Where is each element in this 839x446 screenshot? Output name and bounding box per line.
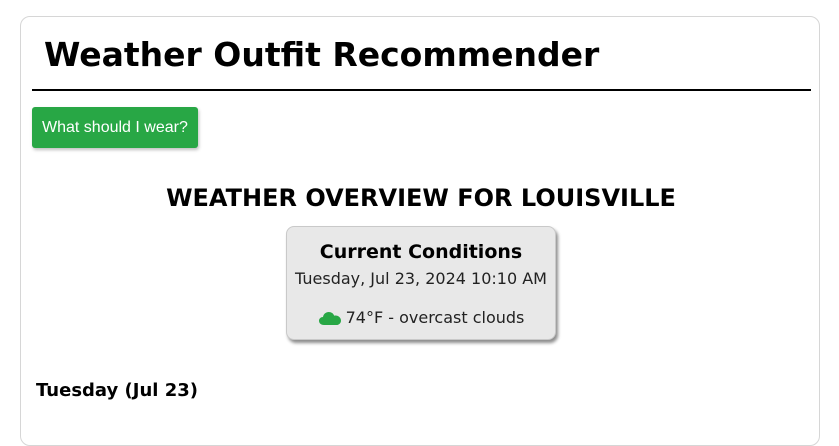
current-conditions-datetime: Tuesday, Jul 23, 2024 10:10 AM (295, 269, 547, 288)
app-card: Weather Outfit Recommender What should I… (20, 16, 820, 446)
page-title: Weather Outfit Recommender (44, 35, 600, 74)
what-should-i-wear-button[interactable]: What should I wear? (32, 107, 198, 148)
current-weather-text: 74°F - overcast clouds (345, 308, 525, 327)
forecast-day-heading: Tuesday (Jul 23) (36, 380, 198, 401)
cloud-icon (318, 310, 342, 326)
current-conditions-heading: Current Conditions (319, 241, 523, 263)
current-weather-summary: 74°F - overcast clouds (287, 307, 555, 329)
title-divider (32, 89, 811, 91)
current-conditions-card: Current Conditions Tuesday, Jul 23, 2024… (286, 226, 556, 340)
weather-overview-title: WEATHER OVERVIEW FOR LOUISVILLE (166, 184, 676, 212)
